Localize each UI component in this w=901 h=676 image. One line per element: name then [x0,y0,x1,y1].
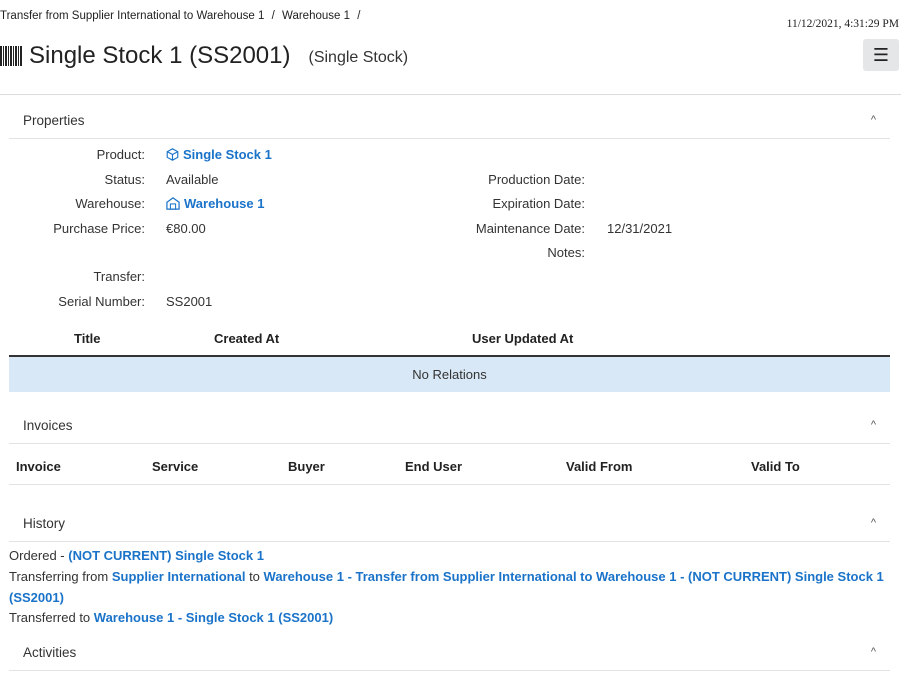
column-header-service[interactable]: Service [152,459,198,474]
column-header-valid-to[interactable]: Valid To [751,459,800,474]
transfer-label: Transfer: [93,269,145,284]
chevron-up-icon[interactable]: ^ [871,646,876,658]
history-entry-middle: to [245,569,264,584]
section-title: History [23,515,66,531]
breadcrumb-separator: / [357,10,361,22]
status-value: Available [166,172,219,187]
history-section-header[interactable]: History ^ [9,505,890,542]
menu-button[interactable]: ☰ [863,39,899,71]
column-header-buyer[interactable]: Buyer [288,459,325,474]
section-title: Invoices [23,417,73,433]
history-entry-link[interactable]: Supplier International [112,569,246,584]
column-header-end-user[interactable]: End User [405,459,462,474]
purchase-price-label: Purchase Price: [53,221,145,236]
serial-number-value: SS2001 [166,294,213,309]
product-link-text[interactable]: Single Stock 1 [166,147,272,162]
column-header-valid-from[interactable]: Valid From [566,459,632,474]
serial-number-label: Serial Number: [58,294,145,309]
expiration-date-label: Expiration Date: [492,196,586,211]
chevron-up-icon[interactable]: ^ [871,114,876,126]
hamburger-icon: ☰ [872,44,890,65]
column-header-created-at[interactable]: Created At [214,331,279,346]
page-header: Single Stock 1 (SS2001) (Single Stock) [0,40,408,72]
history-entry: Transferring from Supplier International… [9,567,891,608]
status-label: Status: [104,172,145,187]
history-entry-prefix: Transferring from [9,569,112,584]
breadcrumb-item-transfer[interactable]: Transfer from Supplier International to … [0,10,264,22]
history-entry-prefix: Transferred to [9,610,94,625]
warehouse-link[interactable]: Warehouse 1 [166,196,264,211]
page-title: Single Stock 1 (SS2001) [29,42,291,69]
column-header-invoice[interactable]: Invoice [16,459,61,474]
properties-section-header[interactable]: Properties ^ [9,102,890,139]
history-entry-link[interactable]: (NOT CURRENT) Single Stock 1 [68,548,264,563]
section-title: Properties [23,112,85,128]
chevron-up-icon[interactable]: ^ [871,419,876,431]
barcode-icon [0,46,22,66]
warehouse-link-text[interactable]: Warehouse 1 [166,196,264,211]
breadcrumb: Transfer from Supplier International to … [0,10,364,22]
relations-empty-row: No Relations [9,357,890,392]
product-label: Product: [96,147,145,162]
cube-icon [166,148,179,161]
breadcrumb-item-warehouse[interactable]: Warehouse 1 [282,10,350,22]
history-entry-link[interactable]: Warehouse 1 - Single Stock 1 (SS2001) [94,610,333,625]
product-name: Single Stock 1 [183,147,272,162]
column-header-user-updated-at[interactable]: User Updated At [472,331,573,346]
product-link[interactable]: Single Stock 1 [166,147,272,162]
activities-section-header[interactable]: Activities ^ [9,634,890,671]
current-datetime: 11/12/2021, 4:31:29 PM [786,18,899,30]
history-entry: Ordered - (NOT CURRENT) Single Stock 1 [9,546,891,567]
warehouse-label: Warehouse: [75,196,145,211]
notes-label: Notes: [547,245,585,260]
breadcrumb-separator: / [271,10,275,22]
relations-table-header: Title Created At User Updated At [9,325,890,357]
page-subtitle: (Single Stock) [308,49,409,66]
section-title: Activities [23,644,77,660]
chevron-up-icon[interactable]: ^ [871,517,876,529]
divider [0,94,901,95]
warehouse-icon [166,197,180,210]
invoices-table-header: Invoice Service Buyer End User Valid Fro… [9,450,890,485]
purchase-price-value: €80.00 [166,221,206,236]
history-entry: Transferred to Warehouse 1 - Single Stoc… [9,608,891,629]
maintenance-date-value: 12/31/2021 [607,221,673,236]
warehouse-name: Warehouse 1 [184,196,265,211]
column-header-title[interactable]: Title [74,331,101,346]
production-date-label: Production Date: [488,172,585,187]
invoices-section-header[interactable]: Invoices ^ [9,407,890,444]
maintenance-date-label: Maintenance Date: [475,221,585,236]
history-entry-prefix: Ordered - [9,548,69,563]
